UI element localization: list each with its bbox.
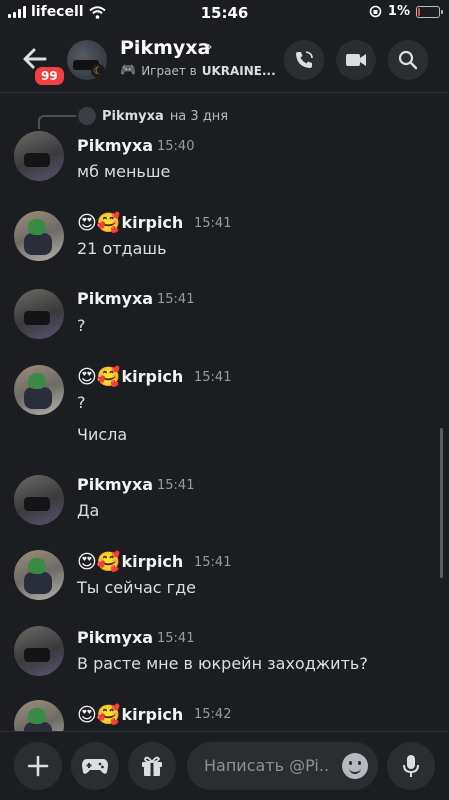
timestamp: 15:41 xyxy=(157,478,195,493)
timestamp: 15:41 xyxy=(157,292,195,307)
activity-status: 🎮 Играет в UKRAINE... xyxy=(120,63,276,78)
idle-moon-icon: ☾ xyxy=(91,64,105,78)
avatar[interactable] xyxy=(14,289,64,339)
timestamp: 15:41 xyxy=(157,631,195,646)
orientation-lock-icon xyxy=(369,5,382,18)
heart-eyes-emoji-icon: 😍🥰 xyxy=(77,212,121,234)
avatar[interactable] xyxy=(14,131,64,181)
add-attachment-button[interactable] xyxy=(14,742,62,790)
message-text: Ты сейчас где xyxy=(77,578,196,597)
heart-eyes-emoji-icon: 😍🥰 xyxy=(77,704,121,726)
voice-call-button[interactable] xyxy=(284,40,324,80)
status-bar: lifecell 15:46 1% xyxy=(0,0,449,26)
avatar[interactable] xyxy=(14,550,64,600)
search-icon xyxy=(398,50,418,70)
dm-header: 99 ☾ Pikmyxa › 🎮 Играет в UKRAINE... xyxy=(0,30,449,90)
battery-icon xyxy=(416,5,443,18)
phone-call-icon xyxy=(296,51,313,68)
timestamp: 15:41 xyxy=(194,555,232,570)
timestamp: 15:42 xyxy=(194,707,232,722)
voice-message-button[interactable] xyxy=(387,742,435,790)
message-input-placeholder: Написать @Pi.. xyxy=(204,756,330,775)
author-name[interactable]: 😍🥰 kirpich xyxy=(77,703,183,726)
author-name[interactable]: Pikmyxa xyxy=(77,136,153,155)
scrollbar[interactable] xyxy=(440,428,443,578)
avatar[interactable] xyxy=(14,626,64,676)
user-name[interactable]: Pikmyxa xyxy=(120,37,210,59)
message-list[interactable]: Pikmyxa на 3 дня Pikmyxa 15:40 мб меньше… xyxy=(0,93,449,731)
battery-percent: 1% xyxy=(387,4,410,19)
activities-button[interactable] xyxy=(71,742,119,790)
message-text: мб меньше xyxy=(77,162,171,181)
message-text: Числа xyxy=(77,425,128,444)
reply-reference[interactable]: Pikmyxa на 3 дня xyxy=(78,107,228,125)
gift-icon xyxy=(142,756,162,776)
reply-text: на 3 дня xyxy=(169,108,229,124)
timestamp: 15:41 xyxy=(194,216,232,231)
timestamp: 15:41 xyxy=(194,370,232,385)
chevron-right-icon[interactable]: › xyxy=(206,37,213,57)
gamepad-icon: 🎮 xyxy=(120,63,137,78)
author-name[interactable]: 😍🥰 kirpich xyxy=(77,550,183,573)
message-text: Да xyxy=(77,501,100,520)
gift-button[interactable] xyxy=(128,742,176,790)
author-name[interactable]: Pikmyxa xyxy=(77,289,153,308)
reply-connector xyxy=(38,115,76,129)
microphone-icon xyxy=(403,755,419,777)
heart-eyes-emoji-icon: 😍🥰 xyxy=(77,366,121,388)
video-camera-icon xyxy=(346,54,366,66)
avatar[interactable] xyxy=(14,365,64,415)
message-composer: Написать @Pi.. xyxy=(0,731,449,800)
message-text: В расте мне в юкрейн заходжить? xyxy=(77,654,368,673)
message-text: 21 отдашь xyxy=(77,239,167,258)
gamepad-icon xyxy=(82,759,108,774)
author-name[interactable]: Pikmyxa xyxy=(77,628,153,647)
smile-icon[interactable] xyxy=(342,753,368,779)
unread-badge: 99 xyxy=(32,64,67,88)
avatar[interactable] xyxy=(14,475,64,525)
timestamp: 15:40 xyxy=(157,139,195,154)
author-name[interactable]: Pikmyxa xyxy=(77,475,153,494)
author-name[interactable]: 😍🥰 kirpich xyxy=(77,365,183,388)
avatar[interactable] xyxy=(14,700,64,731)
search-button[interactable] xyxy=(388,40,428,80)
message-text: ? xyxy=(77,393,86,412)
message-text: ? xyxy=(77,316,86,335)
avatar[interactable] xyxy=(14,211,64,261)
message-input[interactable]: Написать @Pi.. xyxy=(187,742,378,790)
plus-icon xyxy=(27,755,49,777)
reply-author: Pikmyxa xyxy=(102,108,164,124)
author-name[interactable]: 😍🥰 kirpich xyxy=(77,211,183,234)
video-call-button[interactable] xyxy=(336,40,376,80)
heart-eyes-emoji-icon: 😍🥰 xyxy=(77,551,121,573)
reply-avatar xyxy=(78,107,96,125)
